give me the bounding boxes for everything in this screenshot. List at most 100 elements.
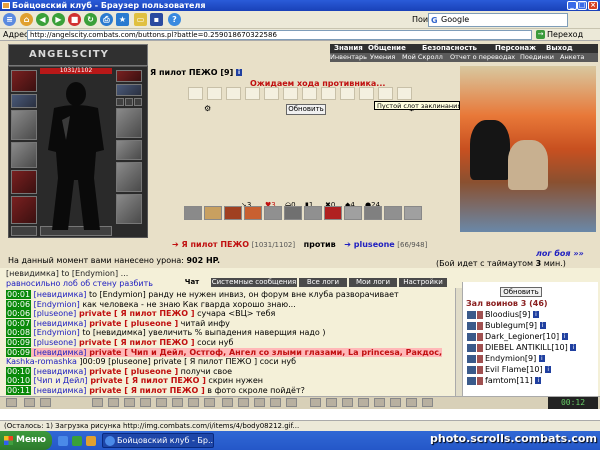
menu-icon[interactable]: ≡ bbox=[3, 13, 16, 26]
chat-tool-icon[interactable] bbox=[390, 398, 401, 407]
enemy-name[interactable]: ➔ pluseone bbox=[344, 240, 394, 249]
minimize-icon[interactable]: _ bbox=[567, 1, 577, 10]
chat-sender[interactable]: [невидимка] bbox=[34, 386, 87, 395]
room-refresh-button[interactable]: Обновить bbox=[500, 287, 542, 297]
maximize-icon[interactable]: □ bbox=[577, 1, 587, 10]
weapon-slot[interactable] bbox=[11, 110, 37, 140]
necklace-slot[interactable] bbox=[116, 84, 142, 96]
tab-chat[interactable]: Чат bbox=[175, 278, 209, 287]
fight-log-link[interactable]: лог боя »» bbox=[536, 249, 584, 258]
player-row[interactable]: Evil Flame[10] i bbox=[467, 365, 552, 375]
me-name[interactable]: ➔ Я пилот ПЕЖО bbox=[172, 240, 249, 249]
action-slot[interactable] bbox=[344, 206, 362, 220]
chat-tool-icon[interactable] bbox=[238, 398, 249, 407]
action-slot[interactable] bbox=[364, 206, 382, 220]
spell-slot[interactable] bbox=[207, 87, 222, 100]
spell-slot[interactable] bbox=[397, 87, 412, 100]
chat-tool-icon[interactable] bbox=[270, 398, 281, 407]
nav-fights[interactable]: Поединки bbox=[520, 53, 554, 62]
nav-knowledge[interactable]: Знания bbox=[334, 44, 363, 53]
spell-slot[interactable] bbox=[359, 87, 374, 100]
player-row[interactable]: Endymion[9] i bbox=[467, 354, 545, 364]
chat-tool-icon[interactable] bbox=[254, 398, 265, 407]
chat-sender[interactable]: [невидимка] bbox=[34, 319, 87, 328]
nav-security[interactable]: Безопасность bbox=[422, 44, 477, 53]
chat-sender[interactable]: Kashka-romashka bbox=[6, 357, 77, 366]
spell-slot[interactable] bbox=[245, 87, 260, 100]
chat-tool-icon[interactable] bbox=[422, 398, 433, 407]
chat-tool-icon[interactable] bbox=[156, 398, 167, 407]
chat-tool-icon[interactable] bbox=[24, 398, 35, 407]
go-button[interactable]: → Переход bbox=[536, 29, 596, 41]
chat-tool-icon[interactable] bbox=[358, 398, 369, 407]
start-button[interactable]: Меню bbox=[0, 431, 52, 450]
address-input[interactable]: http://angelscity.combats.com/buttons.pl… bbox=[27, 30, 532, 40]
spell-slot[interactable] bbox=[321, 87, 336, 100]
chat-tool-icon[interactable] bbox=[374, 398, 385, 407]
gloves-slot[interactable] bbox=[11, 196, 37, 224]
chat-tool-icon[interactable] bbox=[188, 398, 199, 407]
folder-icon[interactable]: ▭ bbox=[134, 13, 147, 26]
belt-slot[interactable] bbox=[11, 170, 37, 194]
chat-sender[interactable]: [Endymion] bbox=[34, 300, 80, 309]
pocket-slot[interactable] bbox=[11, 226, 37, 236]
desktop-quicklaunch-icon[interactable] bbox=[72, 436, 82, 446]
ring-slot-1[interactable] bbox=[116, 98, 124, 106]
action-slot[interactable] bbox=[204, 206, 222, 220]
spell-slot[interactable] bbox=[226, 87, 241, 100]
ring-slot-2[interactable] bbox=[125, 98, 133, 106]
save-icon[interactable]: ▪ bbox=[150, 13, 163, 26]
action-slot[interactable] bbox=[264, 206, 282, 220]
player-row[interactable]: famtom[11] i bbox=[467, 376, 542, 386]
action-slot[interactable] bbox=[184, 206, 202, 220]
action-slot[interactable] bbox=[404, 206, 422, 220]
chat-tool-icon[interactable] bbox=[286, 398, 297, 407]
chat-sender[interactable]: [Чип и Дейл] bbox=[34, 376, 88, 385]
action-slot[interactable] bbox=[384, 206, 402, 220]
info-icon[interactable]: i bbox=[236, 69, 243, 76]
armor-slot[interactable] bbox=[11, 142, 37, 168]
spell-slot[interactable] bbox=[188, 87, 203, 100]
earring-slot[interactable] bbox=[116, 70, 142, 82]
chat-tool-icon[interactable] bbox=[204, 398, 215, 407]
nav-transfers[interactable]: Отчет о переводах bbox=[450, 53, 515, 62]
boots-slot[interactable] bbox=[116, 194, 142, 224]
player-row[interactable]: Bublegum[9] i bbox=[467, 321, 546, 331]
action-slot[interactable] bbox=[284, 206, 302, 220]
fav-icon[interactable]: ★ bbox=[116, 13, 129, 26]
action-slot[interactable] bbox=[304, 206, 322, 220]
nav-exit[interactable]: Выход bbox=[546, 44, 573, 53]
help-icon[interactable]: ? bbox=[168, 13, 181, 26]
chat-sender[interactable]: [pluseone] bbox=[34, 309, 77, 318]
print-icon[interactable]: ⎙ bbox=[100, 13, 113, 26]
player-row[interactable]: Dark_Legioner[10] i bbox=[467, 332, 568, 342]
tab-system[interactable]: Системные сообщения bbox=[211, 278, 297, 287]
close-icon[interactable]: × bbox=[588, 1, 598, 10]
spell-slot[interactable] bbox=[264, 87, 279, 100]
nav-character[interactable]: Персонаж bbox=[495, 44, 536, 53]
spell-slot[interactable] bbox=[302, 87, 317, 100]
back-icon[interactable]: ◀ bbox=[36, 13, 49, 26]
stop-icon[interactable]: ■ bbox=[68, 13, 81, 26]
chat-tool-icon[interactable] bbox=[40, 398, 51, 407]
chat-tool-icon[interactable] bbox=[140, 398, 151, 407]
chat-sender[interactable]: [невидимка] bbox=[34, 348, 87, 357]
nav-skills[interactable]: Умения bbox=[370, 53, 395, 62]
forward-icon[interactable]: ▶ bbox=[52, 13, 65, 26]
chat-sender[interactable]: [Endymion] bbox=[34, 328, 80, 337]
chat-tool-icon[interactable] bbox=[108, 398, 119, 407]
chat-tool-icon[interactable] bbox=[342, 398, 353, 407]
chat-tool-icon[interactable] bbox=[92, 398, 103, 407]
chat-tool-icon[interactable] bbox=[406, 398, 417, 407]
home-icon[interactable]: ⌂ bbox=[20, 13, 33, 26]
nav-profile[interactable]: Анкета bbox=[560, 53, 584, 62]
player-name[interactable]: Я пилот ПЕЖО [9] i bbox=[150, 68, 243, 77]
chat-tool-icon[interactable] bbox=[222, 398, 233, 407]
nav-communication[interactable]: Общение bbox=[368, 44, 406, 53]
taskbar-window-button[interactable]: Бойцовский клуб - Бр... bbox=[102, 433, 214, 448]
tab-all-logs[interactable]: Все логи bbox=[299, 278, 347, 287]
search-input[interactable]: G Google bbox=[428, 13, 568, 27]
refresh-button[interactable]: Обновить bbox=[286, 104, 326, 115]
chat-tool-icon[interactable] bbox=[310, 398, 321, 407]
chat-scrollbar[interactable] bbox=[455, 288, 462, 396]
